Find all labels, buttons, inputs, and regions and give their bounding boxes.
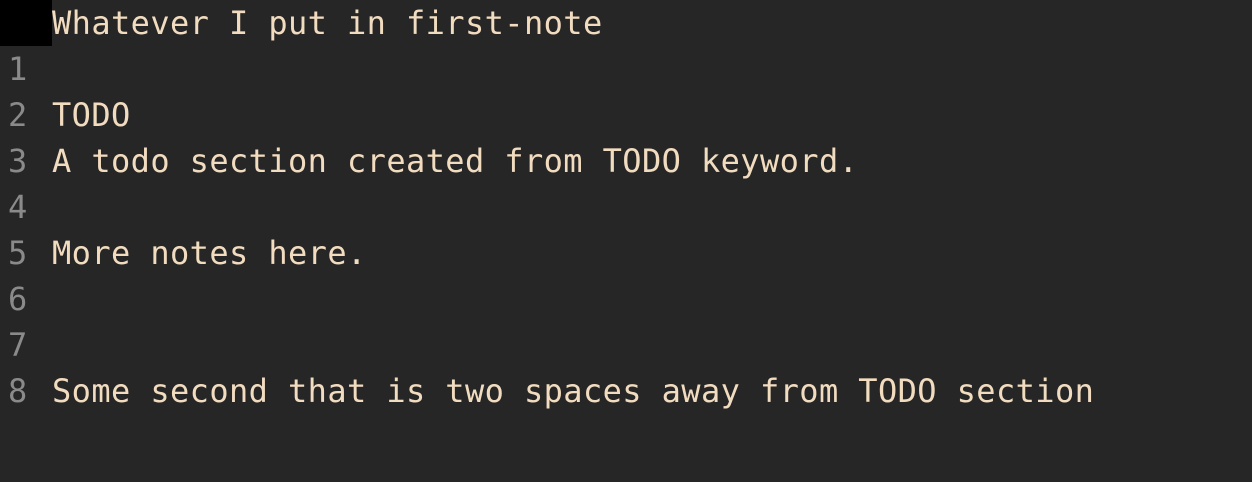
line-number: 7 — [8, 326, 28, 364]
line-number: 2 — [8, 96, 28, 134]
line-number: 8 — [8, 372, 28, 410]
editor-line[interactable]: 4 — [0, 184, 1252, 230]
line-text[interactable]: Some second that is two spaces away from… — [52, 368, 1094, 414]
editor-line[interactable]: 1 — [0, 46, 1252, 92]
editor-line[interactable]: 2 TODO — [0, 92, 1252, 138]
editor-line[interactable]: 7 — [0, 322, 1252, 368]
cursor-block — [0, 0, 52, 46]
editor-header-line[interactable]: Whatever I put in first-note — [0, 0, 1252, 46]
editor-line[interactable]: 3 A todo section created from TODO keywo… — [0, 138, 1252, 184]
editor-line[interactable]: 5 More notes here. — [0, 230, 1252, 276]
line-text[interactable]: A todo section created from TODO keyword… — [52, 138, 858, 184]
line-text[interactable]: TODO — [52, 92, 131, 138]
line-number: 4 — [8, 188, 28, 226]
line-number: 6 — [8, 280, 28, 318]
line-text[interactable]: More notes here. — [52, 230, 367, 276]
line-number: 1 — [8, 50, 28, 88]
editor-line[interactable]: 6 — [0, 276, 1252, 322]
editor-line[interactable]: 8 Some second that is two spaces away fr… — [0, 368, 1252, 414]
line-number: 5 — [8, 234, 28, 272]
line-number: 3 — [8, 142, 28, 180]
text-editor[interactable]: Whatever I put in first-note 1 2 TODO 3 … — [0, 0, 1252, 482]
line-text[interactable]: Whatever I put in first-note — [52, 0, 603, 46]
